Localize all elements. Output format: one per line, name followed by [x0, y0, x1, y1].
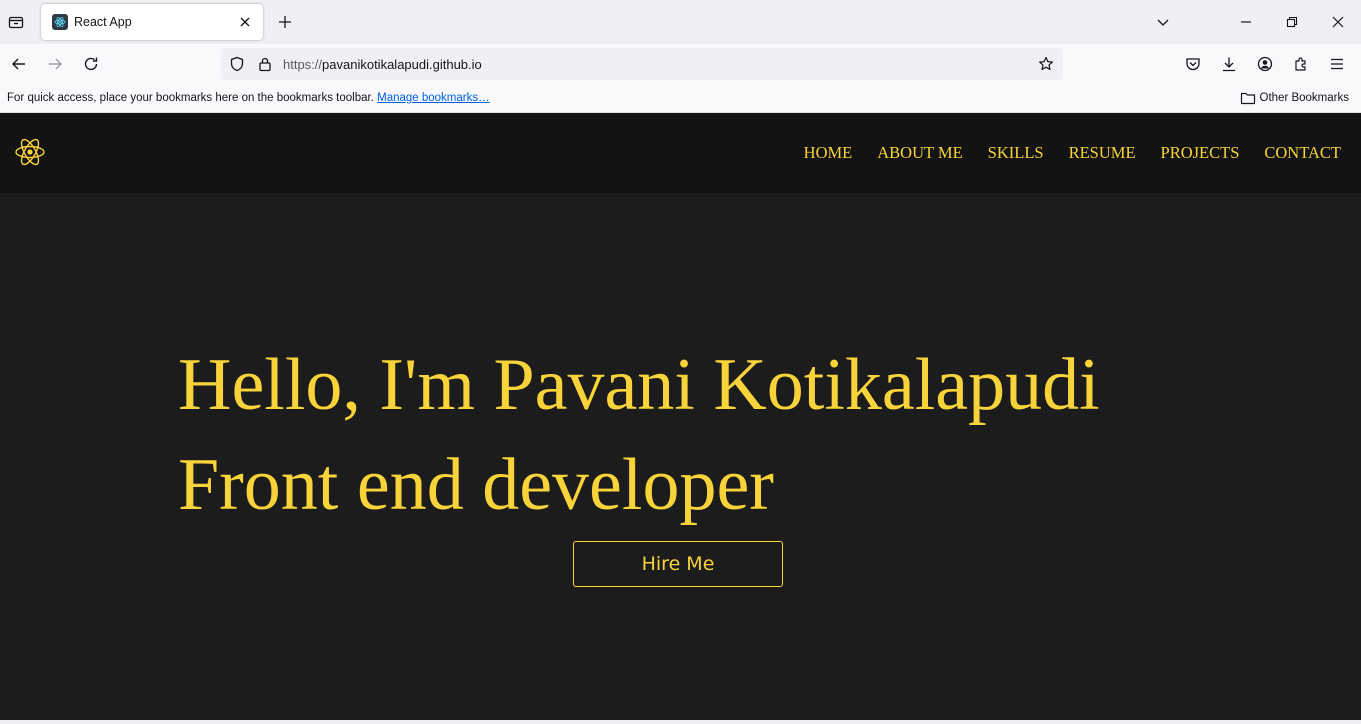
- nav-link-projects[interactable]: PROJECTS: [1161, 143, 1240, 163]
- react-favicon-icon: [52, 14, 68, 30]
- window-bottom-edge: [0, 720, 1361, 724]
- url-bar[interactable]: https://pavanikotikalapudi.github.io: [221, 48, 1063, 80]
- react-logo-icon[interactable]: [14, 136, 46, 168]
- arrow-right-icon[interactable]: [43, 52, 67, 76]
- hero-role: Front end developer: [178, 444, 774, 526]
- minimize-icon[interactable]: [1234, 10, 1258, 34]
- tab-title: React App: [74, 15, 132, 29]
- nav-link-home[interactable]: HOME: [804, 143, 853, 163]
- manage-bookmarks-link[interactable]: Manage bookmarks…: [377, 92, 490, 104]
- page-viewport: HOME ABOUT ME SKILLS RESUME PROJECTS CON…: [0, 113, 1361, 720]
- arrow-left-icon[interactable]: [7, 52, 31, 76]
- plus-icon[interactable]: [275, 12, 295, 32]
- bookmarks-toolbar: For quick access, place your bookmarks h…: [0, 84, 1361, 113]
- site-header: HOME ABOUT ME SKILLS RESUME PROJECTS CON…: [0, 113, 1361, 193]
- bookmarks-hint: For quick access, place your bookmarks h…: [7, 92, 374, 104]
- extensions-icon[interactable]: [1289, 52, 1313, 76]
- url-host: pavanikotikalapudi.github.io: [322, 57, 482, 72]
- url-text[interactable]: https://pavanikotikalapudi.github.io: [283, 57, 482, 72]
- download-icon[interactable]: [1217, 52, 1241, 76]
- hero-greeting: Hello, I'm Pavani Kotikalapudi: [178, 344, 1100, 426]
- pocket-icon[interactable]: [1181, 52, 1205, 76]
- browser-tab[interactable]: React App: [41, 4, 263, 40]
- restore-icon[interactable]: [1280, 10, 1304, 34]
- close-window-icon[interactable]: [1326, 10, 1350, 34]
- url-scheme: https://: [283, 57, 323, 72]
- bookmarks-message: For quick access, place your bookmarks h…: [7, 92, 490, 104]
- nav-link-resume[interactable]: RESUME: [1069, 143, 1136, 163]
- lock-icon[interactable]: [257, 56, 273, 72]
- close-tab-icon[interactable]: [237, 14, 253, 30]
- hire-me-button[interactable]: Hire Me: [573, 541, 783, 587]
- site-nav: HOME ABOUT ME SKILLS RESUME PROJECTS CON…: [779, 143, 1341, 163]
- nav-link-about-me[interactable]: ABOUT ME: [877, 143, 962, 163]
- navigation-toolbar: https://pavanikotikalapudi.github.io: [0, 44, 1361, 84]
- tab-list-icon[interactable]: [4, 10, 28, 34]
- tab-strip: React App: [0, 0, 1361, 44]
- reload-icon[interactable]: [79, 52, 103, 76]
- nav-link-contact[interactable]: CONTACT: [1264, 143, 1341, 163]
- star-icon[interactable]: [1038, 56, 1054, 72]
- nav-link-skills[interactable]: SKILLS: [988, 143, 1044, 163]
- hamburger-menu-icon[interactable]: [1325, 52, 1349, 76]
- account-icon[interactable]: [1253, 52, 1277, 76]
- other-bookmarks-label: Other Bookmarks: [1259, 92, 1349, 104]
- chevron-down-icon[interactable]: [1151, 10, 1175, 34]
- shield-icon[interactable]: [229, 56, 245, 72]
- folder-icon: [1240, 92, 1255, 105]
- hero-section: Hello, I'm Pavani Kotikalapudi Front end…: [178, 335, 1100, 535]
- other-bookmarks-button[interactable]: Other Bookmarks: [1240, 90, 1349, 106]
